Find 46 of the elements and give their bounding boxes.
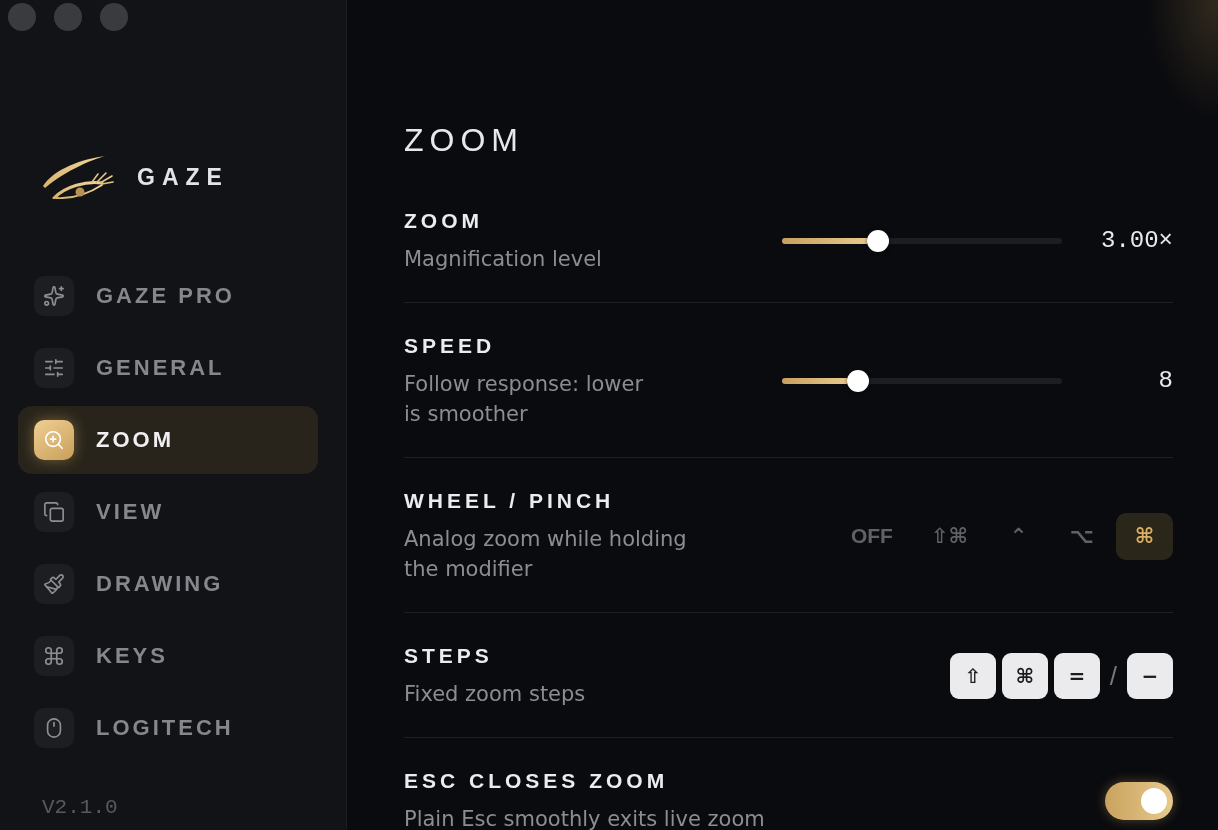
slider-value: 8 bbox=[1157, 367, 1173, 395]
sidebar-item[interactable]: GENERAL bbox=[18, 334, 318, 402]
setting-description: Magnification level bbox=[404, 246, 602, 273]
slider-thumb[interactable] bbox=[867, 230, 890, 252]
slider-track[interactable] bbox=[782, 230, 1062, 252]
key-separator: / bbox=[1108, 661, 1118, 691]
keycap: − bbox=[1127, 653, 1173, 699]
toggle-knob bbox=[1141, 788, 1167, 814]
eye-logo bbox=[42, 155, 114, 199]
setting-label: WHEEL / PINCH bbox=[404, 488, 616, 514]
paintbrush-icon bbox=[34, 564, 74, 604]
sidebar-item[interactable]: DRAWING bbox=[18, 550, 318, 618]
setting-label: SPEED bbox=[404, 333, 497, 359]
modifier-option[interactable]: ⌘ bbox=[1116, 512, 1173, 560]
keycap: ⇧ bbox=[949, 653, 996, 699]
setting-label: ZOOM bbox=[404, 208, 484, 234]
sidebar-item[interactable]: GAZE PRO bbox=[18, 262, 318, 330]
sidebar-item[interactable]: KEYS bbox=[18, 622, 318, 690]
slider-track[interactable] bbox=[782, 370, 1062, 392]
modifier-option[interactable]: OFF bbox=[834, 512, 909, 560]
setting-description: Fixed zoom steps bbox=[404, 681, 586, 708]
sparkle-icon bbox=[34, 276, 74, 316]
app-name: GAZE bbox=[137, 163, 229, 191]
slider-thumb[interactable] bbox=[846, 370, 869, 392]
setting-label: STEPS bbox=[404, 643, 494, 669]
modifier-option[interactable]: ⌃ bbox=[990, 512, 1047, 560]
version-label: V2.1.0 bbox=[41, 796, 119, 821]
sidebar-item[interactable]: LOGITECH bbox=[18, 694, 318, 762]
slider-value: 3.00× bbox=[1100, 227, 1173, 255]
sidebar-item[interactable]: VIEW bbox=[18, 478, 318, 546]
modifier-option[interactable]: ⌥ bbox=[1053, 512, 1110, 560]
mouse-icon bbox=[34, 708, 74, 748]
page-title: ZOOM bbox=[404, 121, 525, 160]
sliders-icon bbox=[34, 348, 74, 388]
zoom-in-icon bbox=[34, 420, 74, 460]
keycap: ⌘ bbox=[1001, 653, 1048, 699]
copy-icon bbox=[34, 492, 74, 532]
command-icon bbox=[34, 636, 74, 676]
setting-description: Plain Esc smoothly exits live zoom bbox=[404, 806, 765, 830]
setting-description: Follow response: lower is smoother bbox=[404, 371, 645, 428]
modifier-option[interactable]: ⇧⌘ bbox=[914, 512, 984, 560]
sidebar-item[interactable]: ZOOM bbox=[18, 406, 318, 474]
setting-description: Analog zoom while holding the modifier bbox=[404, 526, 688, 583]
setting-label: ESC CLOSES ZOOM bbox=[404, 768, 670, 794]
keycap: = bbox=[1053, 653, 1100, 699]
toggle-switch[interactable] bbox=[1105, 782, 1173, 820]
